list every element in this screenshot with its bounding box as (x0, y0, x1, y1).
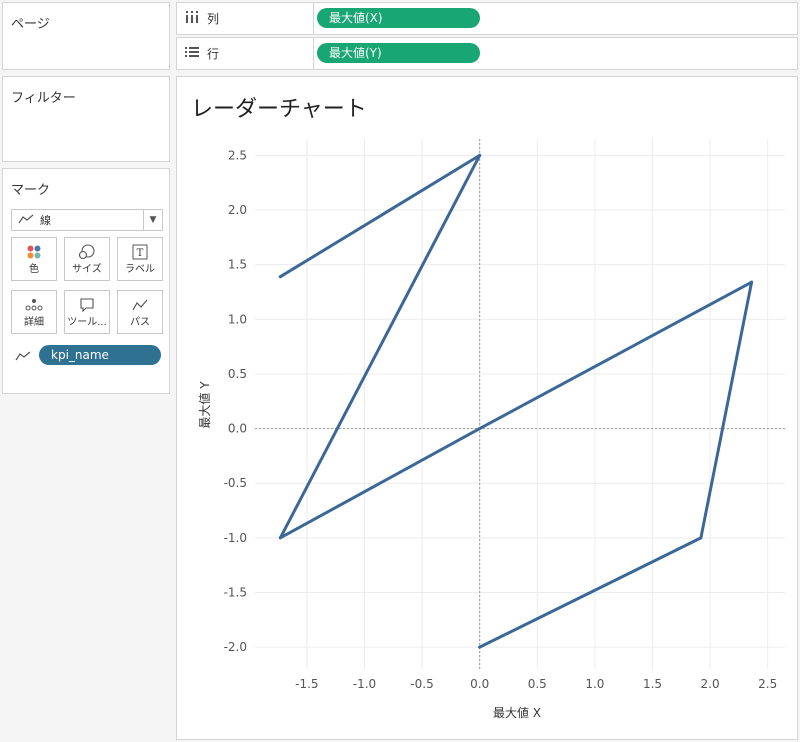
x-tick-label: -0.5 (410, 677, 433, 691)
y-tick-label: 1.5 (228, 258, 247, 272)
detail-button[interactable]: 詳細 (11, 290, 57, 334)
x-tick-label: 2.0 (701, 677, 720, 691)
tooltip-button[interactable]: ツール... (64, 290, 110, 334)
marks-card: マーク 線 ▼ 色 サイズ T ラベル 詳細 ツール... パス kpi_nam… (2, 168, 170, 394)
columns-shelf-label: 列 (185, 10, 219, 27)
label-button[interactable]: T ラベル (117, 237, 163, 281)
series-line[interactable] (278, 153, 754, 649)
marks-title: マーク (11, 183, 51, 198)
max-x-pill[interactable]: 最大値(X) (317, 8, 480, 28)
x-tick-label: 1.5 (643, 677, 662, 691)
y-tick-label: -0.5 (224, 476, 247, 490)
x-tick-label: -1.0 (353, 677, 376, 691)
y-tick-label: -2.0 (224, 640, 247, 654)
detail-icon (12, 296, 56, 314)
max-y-pill[interactable]: 最大値(Y) (317, 43, 480, 63)
rows-shelf-label: 行 (185, 45, 219, 62)
size-button[interactable]: サイズ (64, 237, 110, 281)
path-label: パス (130, 317, 150, 328)
shelf-divider (313, 3, 314, 34)
detail-label: 詳細 (24, 317, 44, 328)
data-point[interactable] (278, 275, 282, 279)
path-field-row: kpi_name (15, 345, 161, 365)
rows-icon (185, 46, 199, 61)
rows-shelf[interactable]: 行 最大値(Y) (176, 37, 798, 70)
tooltip-label: ツール... (67, 317, 107, 328)
filters-title: フィルター (11, 91, 76, 106)
y-tick-label: 2.0 (228, 203, 247, 217)
label-label: ラベル (125, 264, 155, 275)
chart-view[interactable]: レーダーチャート -1.5 -1.0 -0.5 0.0 0.5 1.0 1.5 2.0 2.5-… (176, 76, 798, 740)
text-label-icon: T (118, 243, 162, 261)
size-icon (65, 243, 109, 261)
columns-icon (185, 11, 199, 26)
mark-type-label: 線 (40, 214, 51, 227)
x-tick-label: 0.5 (528, 677, 547, 691)
rows-label-text: 行 (207, 47, 220, 61)
kpi-name-pill[interactable]: kpi_name (39, 345, 161, 365)
shelf-divider (313, 38, 314, 69)
color-label: 色 (29, 264, 39, 275)
radar-line-chart[interactable]: -1.5 -1.0 -0.5 0.0 0.5 1.0 1.5 2.0 2.5 -2.0 -1.5 -1… (177, 77, 797, 739)
mark-type-dropdown[interactable]: 線 ▼ (11, 209, 163, 231)
data-point[interactable] (699, 536, 703, 540)
data-point[interactable] (278, 536, 282, 540)
pages-card[interactable]: ページ (2, 2, 170, 70)
y-tick-label: -1.0 (224, 531, 247, 545)
data-point[interactable] (478, 645, 482, 649)
data-point[interactable] (750, 280, 754, 284)
y-tick-label: 1.0 (228, 312, 247, 326)
y-axis-title: 最大値 Y (197, 381, 212, 429)
chevron-down-icon[interactable]: ▼ (143, 210, 162, 230)
columns-shelf[interactable]: 列 最大値(X) (176, 2, 798, 35)
columns-label-text: 列 (207, 12, 220, 26)
x-tick-label: 2.5 (758, 677, 777, 691)
x-tick-label: 1.0 (585, 677, 604, 691)
path-button[interactable]: パス (117, 290, 163, 334)
data-point[interactable] (478, 427, 482, 431)
y-tick-label: 2.5 (228, 148, 247, 162)
path-field-icon (15, 346, 31, 365)
filters-card[interactable]: フィルター (2, 76, 170, 162)
y-tick-label: 0.0 (228, 422, 247, 436)
y-tick-label: -1.5 (224, 586, 247, 600)
y-tick-label: 0.5 (228, 367, 247, 381)
color-button[interactable]: 色 (11, 237, 57, 281)
data-point[interactable] (478, 153, 482, 157)
color-icon (12, 243, 56, 261)
line-mark-icon (18, 214, 34, 227)
x-tick-label: -1.5 (295, 677, 318, 691)
path-icon (118, 296, 162, 314)
speech-bubble-icon (65, 296, 109, 314)
x-tick-label: 0.0 (470, 677, 489, 691)
x-axis-title: 最大値 X (493, 705, 541, 720)
svg-text:T: T (137, 248, 144, 259)
size-label: サイズ (72, 264, 102, 275)
pages-title: ページ (11, 17, 50, 32)
